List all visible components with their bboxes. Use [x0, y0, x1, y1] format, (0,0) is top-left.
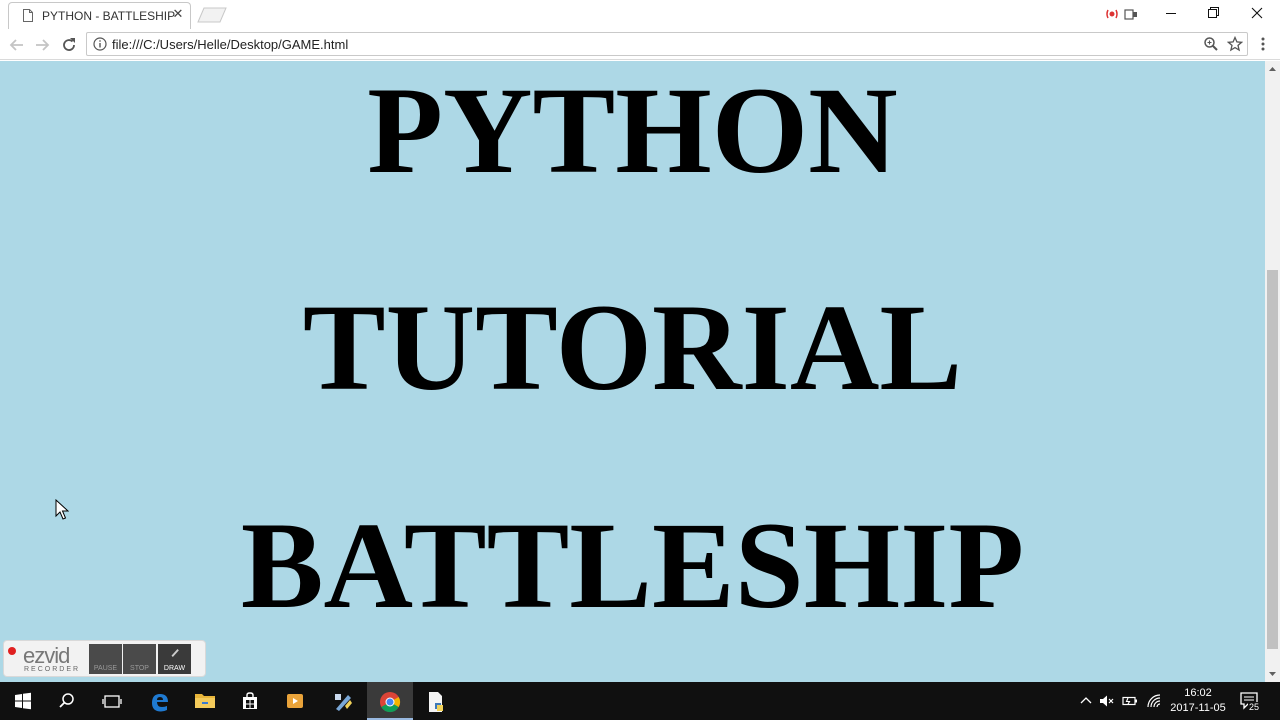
draw-button[interactable]: DRAW: [158, 644, 191, 674]
notification-count-badge: 25: [1248, 702, 1261, 712]
start-button[interactable]: [0, 682, 46, 720]
menu-icon[interactable]: [1256, 36, 1270, 52]
file-icon: [429, 692, 443, 712]
folder-icon: [195, 694, 215, 708]
tab-close-icon[interactable]: ✕: [171, 7, 185, 21]
taskbar-store[interactable]: [228, 682, 274, 720]
info-icon[interactable]: [93, 37, 107, 51]
url-text[interactable]: file:///C:/Users/Helle/Desktop/GAME.html: [112, 37, 348, 52]
show-hidden-icons-icon[interactable]: [1078, 693, 1094, 709]
edge-icon: [152, 694, 168, 712]
tab-active[interactable]: PYTHON - BATTLESHIP ✕: [8, 2, 191, 29]
heading-python: PYTHON: [367, 62, 898, 199]
draw-label: DRAW: [163, 665, 186, 672]
taskbar-edge[interactable]: [137, 682, 183, 720]
pause-label: PAUSE: [93, 665, 118, 672]
mouse-cursor-icon: [55, 499, 69, 520]
search-button[interactable]: [45, 682, 91, 720]
task-view-button[interactable]: [90, 682, 136, 720]
back-icon[interactable]: [7, 35, 27, 55]
recording-dot-icon: [8, 647, 16, 655]
wifi-icon[interactable]: [1146, 693, 1162, 709]
scroll-down-icon[interactable]: [1265, 665, 1280, 682]
vertical-scrollbar[interactable]: [1265, 61, 1280, 682]
battery-icon[interactable]: [1122, 693, 1138, 709]
task-view-icon: [102, 695, 122, 708]
taskbar-chrome[interactable]: [367, 682, 413, 720]
search-icon: [59, 693, 74, 708]
stop-label: STOP: [130, 665, 149, 672]
taskbar-document[interactable]: [413, 682, 459, 720]
restore-button[interactable]: [1191, 0, 1235, 28]
star-icon[interactable]: [1227, 36, 1243, 52]
taskbar-file-explorer[interactable]: [182, 682, 228, 720]
volume-muted-icon[interactable]: [1099, 693, 1115, 709]
ezvid-subtitle: RECORDER: [24, 666, 81, 673]
media-icon: [287, 694, 303, 708]
reload-icon[interactable]: [59, 35, 79, 55]
page-icon: [23, 9, 33, 22]
scroll-up-icon[interactable]: [1265, 61, 1280, 78]
windows-taskbar: 16:02 2017-11-05 25: [0, 682, 1280, 720]
heading-tutorial: TUTORIAL: [302, 279, 963, 416]
zoom-icon[interactable]: [1203, 36, 1219, 52]
taskbar-media[interactable]: [273, 682, 319, 720]
store-icon: [243, 692, 257, 709]
page-viewport: PYTHON TUTORIAL BATTLESHIP ezvid RECORDE…: [0, 61, 1265, 682]
minimize-button[interactable]: [1149, 0, 1193, 28]
windows-icon: [15, 692, 31, 710]
python-icon: [335, 694, 352, 711]
taskbar-clock[interactable]: 16:02 2017-11-05: [1166, 686, 1230, 716]
clock-time: 16:02: [1184, 687, 1212, 699]
taskbar-python[interactable]: [320, 682, 366, 720]
address-bar[interactable]: file:///C:/Users/Helle/Desktop/GAME.html: [86, 32, 1248, 56]
browser-titlebar: PYTHON - BATTLESHIP ✕: [0, 0, 1280, 29]
heading-battleship: BATTLESHIP: [240, 497, 1025, 634]
tab-title: PYTHON - BATTLESHIP: [42, 9, 176, 23]
pen-icon: [171, 649, 179, 657]
close-window-button[interactable]: [1235, 0, 1279, 28]
clock-date: 2017-11-05: [1170, 702, 1226, 714]
chrome-icon: [380, 692, 401, 713]
scrollbar-thumb[interactable]: [1267, 270, 1278, 649]
stop-button[interactable]: STOP: [123, 644, 156, 674]
forward-icon[interactable]: [32, 35, 52, 55]
new-tab-button[interactable]: [196, 7, 228, 23]
pause-button[interactable]: PAUSE: [89, 644, 122, 674]
browser-toolbar: file:///C:/Users/Helle/Desktop/GAME.html: [0, 29, 1280, 60]
ezvid-recorder-widget: ezvid RECORDER PAUSE STOP DRAW: [3, 640, 206, 677]
recording-indicator-icon: [1106, 9, 1137, 20]
